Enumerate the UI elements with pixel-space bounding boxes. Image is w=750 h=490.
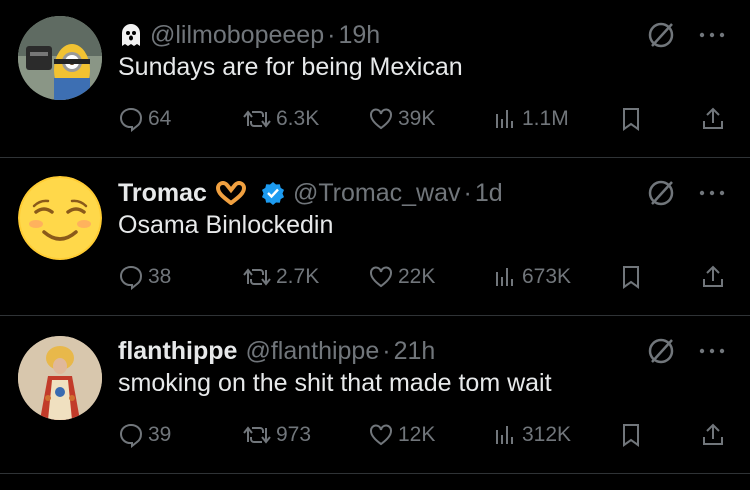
minion-avatar-image [18,16,102,100]
heart-hands-emoji-icon [215,181,247,205]
verified-badge-icon[interactable] [261,181,285,205]
tweet-actions: 38 2.7K 22K 673K [118,262,730,292]
grok-icon[interactable] [646,178,676,213]
bookmark-button[interactable] [618,262,648,292]
bookmark-icon [623,108,639,131]
relieved-face-avatar-image [18,176,102,260]
like-count: 39K [398,107,436,130]
bookmark-icon [623,266,639,289]
tweet-header: Tromac @Tromac_wav · 1d [118,178,503,208]
like-count: 22K [398,265,436,288]
views-button[interactable]: 1.1M [492,104,569,134]
reply-icon [119,107,143,132]
bookmark-button[interactable] [618,104,648,134]
repost-button[interactable]: 6.3K [242,104,319,134]
painting-avatar-image [18,336,102,420]
tweet-header: @lilmobopeeep · 19h [118,20,380,50]
tweet-time[interactable]: 19h [338,21,380,50]
views-icon [496,426,513,444]
share-button[interactable] [700,420,730,450]
views-button[interactable]: 673K [492,262,571,292]
more-options-icon[interactable] [696,178,728,213]
avatar[interactable] [18,336,102,420]
bookmark-button[interactable] [618,420,648,450]
heart-icon [370,108,392,130]
repost-count: 2.7K [276,265,320,288]
repost-icon [243,268,271,286]
reply-icon [119,265,143,290]
tweet-text: smoking on the shit that made tom wait [118,369,552,397]
bookmark-icon [623,424,639,447]
tweet[interactable]: @lilmobopeeep · 19h Sundays are for bein… [0,0,750,158]
grok-icon[interactable] [646,20,676,55]
repost-count: 6.3K [276,107,320,130]
ghost-emoji-icon [118,22,144,48]
share-icon [703,423,723,445]
tweet-actions: 39 973 12K 312K [118,420,730,450]
views-icon [496,268,513,286]
like-count: 12K [398,423,436,446]
views-count: 1.1M [522,107,569,130]
tweet[interactable]: flanthippe @flanthippe · 21h smoking on … [0,316,750,474]
tweet-display-name[interactable]: Tromac [118,179,207,208]
more-options-icon[interactable] [696,336,728,371]
tweet-text: Sundays are for being Mexican [118,53,463,81]
separator-dot: · [382,336,391,365]
views-count: 312K [522,423,572,446]
reply-count: 64 [148,107,172,130]
grok-icon[interactable] [646,336,676,371]
tweet-handle[interactable]: @lilmobopeeep [150,21,324,50]
more-options-icon[interactable] [696,20,728,55]
like-button[interactable]: 22K [368,262,435,292]
share-icon [703,107,723,129]
like-button[interactable]: 12K [368,420,435,450]
reply-button[interactable]: 39 [118,420,171,450]
share-button[interactable] [700,104,730,134]
reply-count: 39 [148,423,172,446]
tweet-actions: 64 6.3K 39K 1.1M [118,104,730,134]
reply-icon [119,423,143,448]
views-button[interactable]: 312K [492,420,571,450]
tweet-handle[interactable]: @Tromac_wav [293,179,461,208]
repost-icon [243,110,271,128]
views-count: 673K [522,265,572,288]
avatar[interactable] [18,16,102,100]
tweet-text: Osama Binlockedin [118,211,334,239]
separator-dot: · [463,178,472,207]
separator-dot: · [327,20,336,49]
repost-button[interactable]: 2.7K [242,262,319,292]
avatar[interactable] [18,176,102,260]
reply-button[interactable]: 38 [118,262,171,292]
tweet-time[interactable]: 21h [394,337,436,366]
repost-icon [243,426,271,444]
share-icon [703,265,723,287]
repost-count: 973 [276,423,312,446]
tweet[interactable]: Tromac @Tromac_wav · 1d Osama Binlockedi… [0,158,750,316]
share-button[interactable] [700,262,730,292]
views-icon [496,110,513,128]
tweet-time[interactable]: 1d [475,179,503,208]
tweet-display-name[interactable]: flanthippe [118,337,237,366]
tweet-header: flanthippe @flanthippe · 21h [118,336,435,366]
tweet-handle[interactable]: @flanthippe [245,337,379,366]
reply-button[interactable]: 64 [118,104,171,134]
heart-icon [370,424,392,446]
reply-count: 38 [148,265,172,288]
heart-icon [370,266,392,288]
repost-button[interactable]: 973 [242,420,311,450]
like-button[interactable]: 39K [368,104,435,134]
